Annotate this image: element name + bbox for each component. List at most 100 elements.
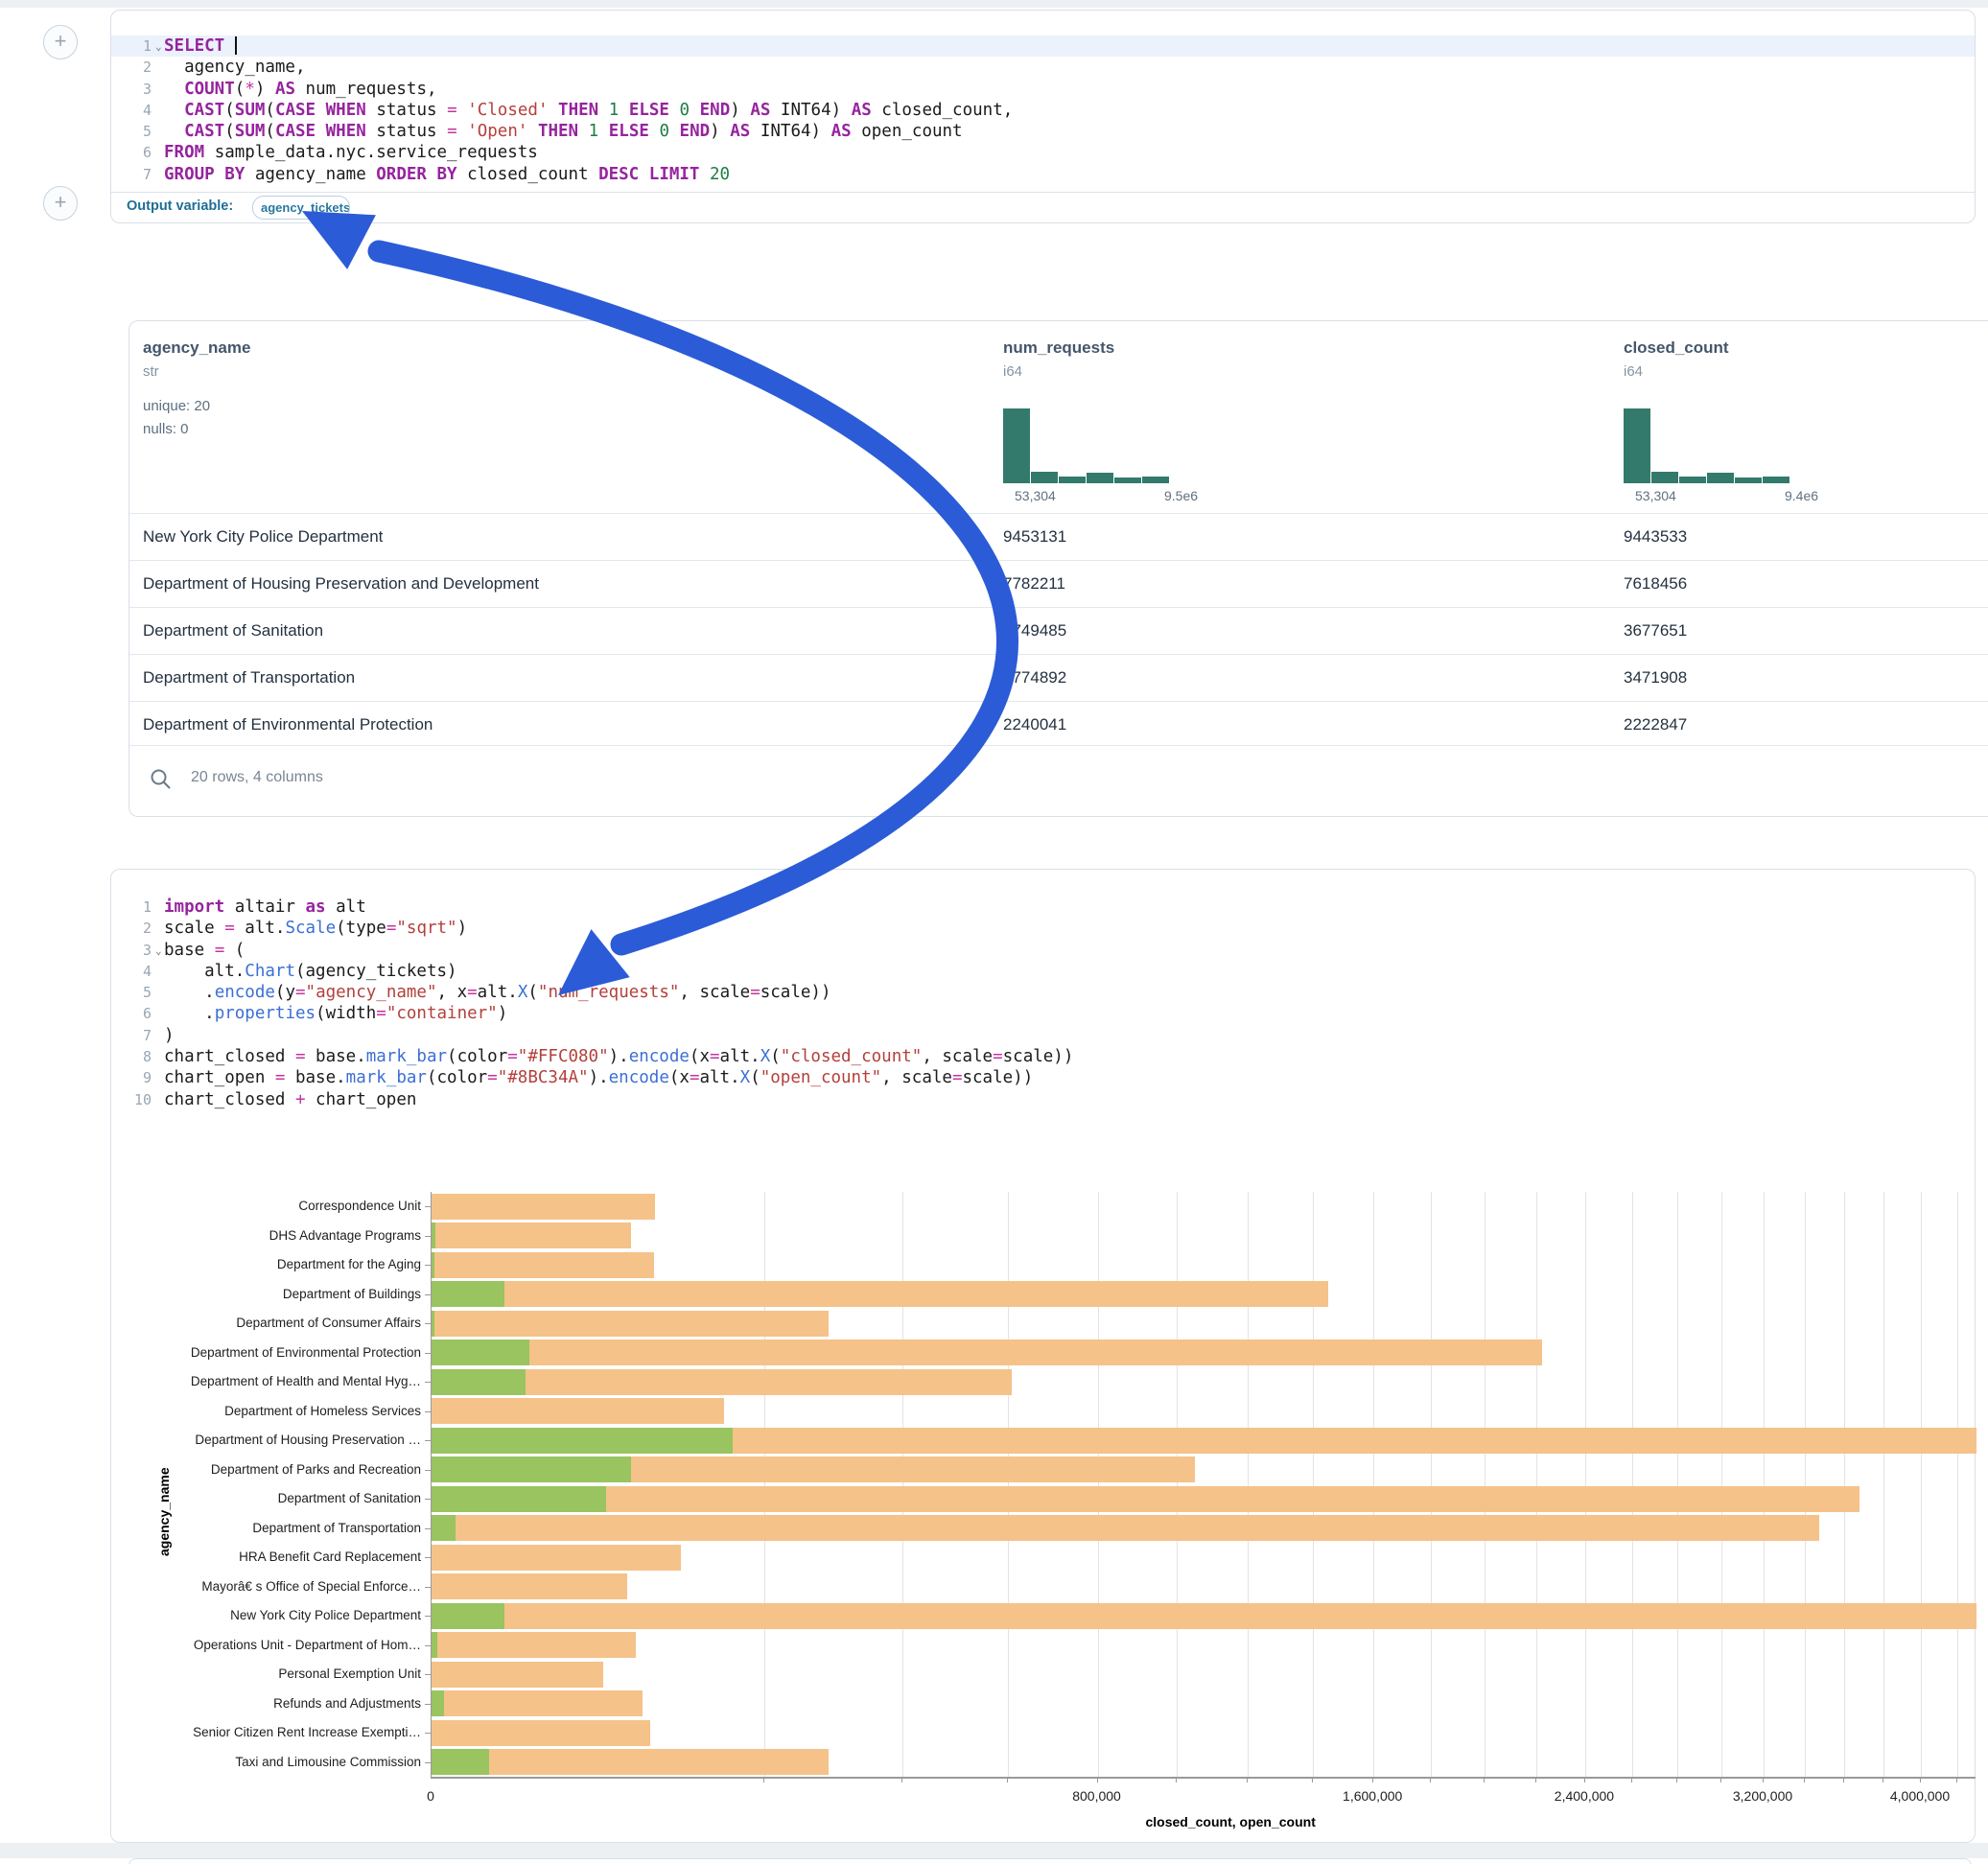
line-number: 6 xyxy=(111,1003,152,1024)
table-row[interactable]: Department of Sanitation37494853677651 xyxy=(129,607,1988,655)
y-axis-title: agency_name xyxy=(156,1467,172,1556)
line-number: 3 xyxy=(111,940,152,961)
row-count-summary: 20 rows, 4 columns xyxy=(191,769,323,786)
bar-closed-count xyxy=(432,1515,1819,1541)
fold-chevron-icon[interactable]: ⌄ xyxy=(155,36,162,58)
bar-open-count xyxy=(432,1486,606,1512)
code-line: 6FROM sample_data.nyc.service_requests xyxy=(111,142,1975,163)
line-number: 2 xyxy=(111,918,152,939)
line-number: 5 xyxy=(111,982,152,1003)
y-axis-label: Operations Unit - Department of Hom… xyxy=(133,1638,421,1652)
table-row[interactable]: Department of Housing Preservation and D… xyxy=(129,560,1988,608)
add-cell-button[interactable]: + xyxy=(43,186,78,221)
code-line: 1⌄SELECT xyxy=(111,35,1975,57)
bar-closed-count xyxy=(432,1252,654,1278)
bar-closed-count xyxy=(432,1311,829,1337)
code-line: 4 CAST(SUM(CASE WHEN status = 'Closed' T… xyxy=(111,100,1975,121)
gridline xyxy=(1844,1192,1845,1777)
bar-open-count xyxy=(432,1603,504,1629)
x-axis-label: 2,400,000 xyxy=(1555,1788,1614,1804)
line-number: 8 xyxy=(111,1046,152,1067)
results-table-footer: 20 rows, 4 columns xyxy=(129,745,1988,816)
line-number: 5 xyxy=(111,121,152,142)
notebook-page: + + 1⌄SELECT 2 agency_name,3 COUNT(*) AS… xyxy=(0,0,1988,1864)
y-axis-label: HRA Benefit Card Replacement xyxy=(133,1549,421,1564)
gridline xyxy=(1008,1192,1009,1777)
gridline xyxy=(902,1192,903,1777)
bottom-strip xyxy=(0,1843,1988,1858)
y-axis-label: Department of Homeless Services xyxy=(133,1404,421,1418)
column-type: i64 xyxy=(1003,358,1368,380)
y-axis-label: Department of Sanitation xyxy=(133,1491,421,1505)
x-tick xyxy=(1247,1777,1248,1782)
bar-closed-count xyxy=(432,1573,627,1599)
gridline xyxy=(1921,1192,1922,1777)
gridline xyxy=(1431,1192,1432,1777)
line-number: 7 xyxy=(111,1025,152,1046)
bar-closed-count xyxy=(432,1662,603,1688)
code-line: 7) xyxy=(111,1025,1975,1046)
x-tick xyxy=(1372,1777,1373,1782)
column-header-agency_name[interactable]: agency_namestrunique: 20nulls: 0 xyxy=(143,321,507,513)
y-axis-label: Department of Environmental Protection xyxy=(133,1345,421,1360)
x-axis-line xyxy=(431,1777,1976,1779)
table-row[interactable]: New York City Police Department945313194… xyxy=(129,513,1988,561)
column-header-num_requests[interactable]: num_requestsi6453,3049.5e6 xyxy=(1003,321,1368,513)
line-number: 1 xyxy=(111,897,152,918)
table-row[interactable]: Department of Transportation377489234719… xyxy=(129,654,1988,702)
sql-code-editor[interactable]: 1⌄SELECT 2 agency_name,3 COUNT(*) AS num… xyxy=(111,35,1975,185)
gridline xyxy=(1721,1192,1722,1777)
y-axis-label: Correspondence Unit xyxy=(133,1199,421,1213)
bar-open-count xyxy=(432,1428,733,1454)
code-line: 9chart_open = base.mark_bar(color="#8BC3… xyxy=(111,1067,1975,1088)
table-row[interactable]: Department of Environmental Protection22… xyxy=(129,701,1988,749)
code-line: 7GROUP BY agency_name ORDER BY closed_co… xyxy=(111,164,1975,185)
search-icon[interactable] xyxy=(149,767,174,792)
x-tick xyxy=(1804,1777,1805,1782)
column-type: str xyxy=(143,358,507,380)
output-variable-pill[interactable]: agency_tickets xyxy=(252,196,350,220)
line-number: 1 xyxy=(111,35,152,57)
bar-closed-count xyxy=(432,1398,724,1424)
code-line: 3⌄base = ( xyxy=(111,940,1975,961)
table-cell: New York City Police Department xyxy=(143,527,383,547)
gridline xyxy=(1177,1192,1178,1777)
line-number: 10 xyxy=(111,1089,152,1110)
hist-min-label: 53,304 xyxy=(1635,488,1676,503)
y-axis-label: Department of Consumer Affairs xyxy=(133,1316,421,1330)
table-cell: 7782211 xyxy=(1003,574,1065,594)
code-line: 4 alt.Chart(agency_tickets) xyxy=(111,961,1975,982)
text-cursor xyxy=(235,36,237,55)
x-tick xyxy=(1763,1777,1764,1782)
bar-closed-count xyxy=(432,1632,636,1658)
y-axis-label: Taxi and Limousine Commission xyxy=(133,1755,421,1769)
y-axis-label: Personal Exemption Unit xyxy=(133,1666,421,1681)
gridline xyxy=(1373,1192,1374,1777)
table-cell: Department of Housing Preservation and D… xyxy=(143,574,539,594)
table-cell: Department of Sanitation xyxy=(143,621,323,641)
column-header-closed_count[interactable]: closed_counti6453,3049.4e6 xyxy=(1624,321,1988,513)
table-cell: 2240041 xyxy=(1003,715,1066,734)
x-axis-label: 1,600,000 xyxy=(1343,1788,1402,1804)
x-tick xyxy=(1097,1777,1098,1782)
code-line: 10chart_closed + chart_open xyxy=(111,1089,1975,1110)
fold-chevron-icon[interactable]: ⌄ xyxy=(155,941,162,962)
add-cell-button[interactable]: + xyxy=(43,25,78,59)
gridline xyxy=(1883,1192,1884,1777)
bar-closed-count xyxy=(432,1486,1859,1512)
bar-open-count xyxy=(432,1456,631,1482)
column-histogram xyxy=(1003,407,1169,483)
y-axis-label: Refunds and Adjustments xyxy=(133,1696,421,1711)
code-line: 6 .properties(width="container") xyxy=(111,1003,1975,1024)
python-code-editor[interactable]: 1import altair as alt2scale = alt.Scale(… xyxy=(111,897,1975,1110)
x-tick xyxy=(1676,1777,1677,1782)
bar-closed-count xyxy=(432,1340,1542,1365)
table-cell: 3774892 xyxy=(1003,668,1066,687)
sql-cell: 1⌄SELECT 2 agency_name,3 COUNT(*) AS num… xyxy=(110,10,1976,223)
bar-open-count xyxy=(432,1515,456,1541)
bar-closed-count xyxy=(432,1749,829,1775)
line-number: 9 xyxy=(111,1067,152,1088)
column-name: num_requests xyxy=(1003,321,1368,358)
gridline xyxy=(1957,1192,1958,1777)
code-line: 5 CAST(SUM(CASE WHEN status = 'Open' THE… xyxy=(111,121,1975,142)
